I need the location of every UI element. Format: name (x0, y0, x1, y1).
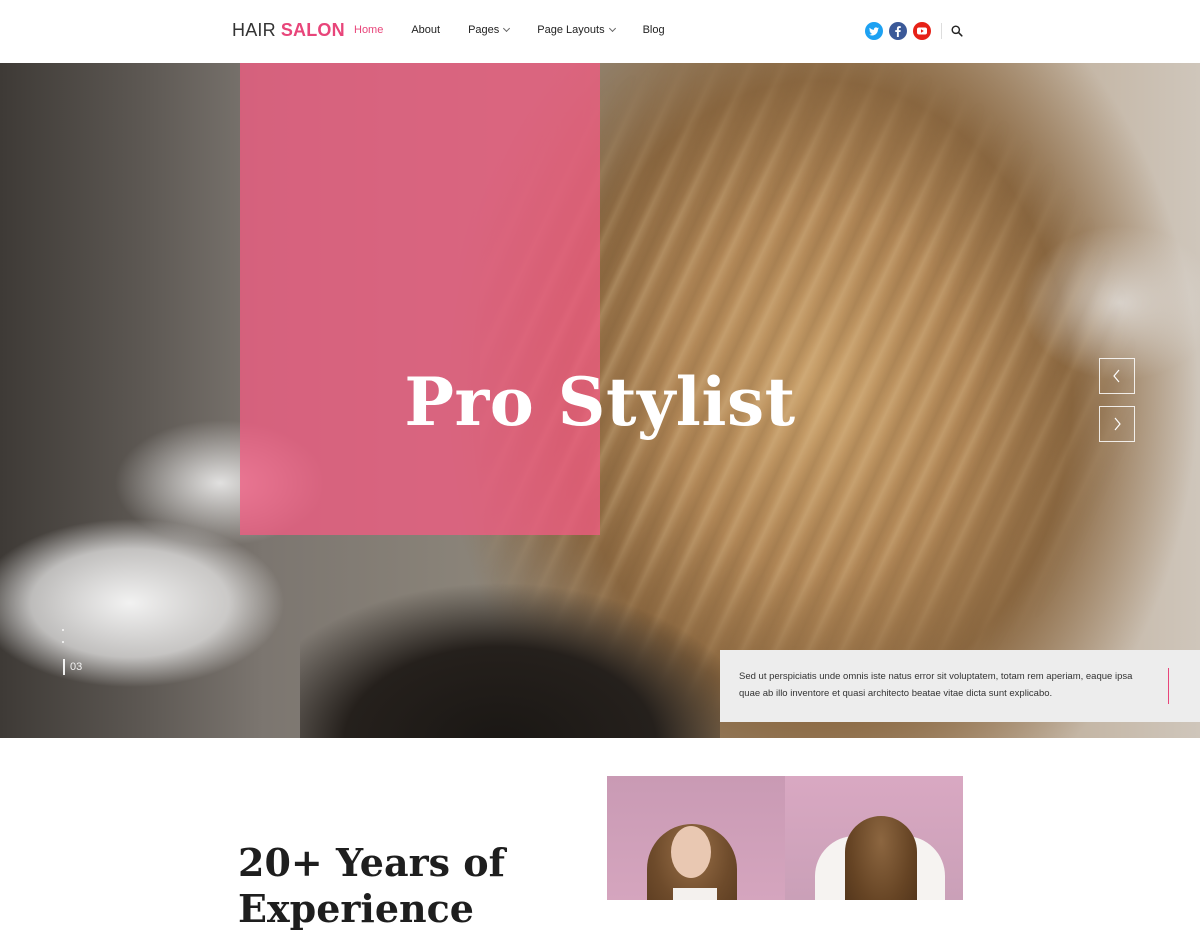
hero-slider: Pro Stylist 03 (0, 63, 1200, 738)
search-icon[interactable] (950, 24, 964, 38)
hero-caption-text: Sed ut perspiciatis unde omnis iste natu… (739, 671, 1133, 699)
nav-item-label: About (411, 24, 441, 36)
chevron-down-icon (608, 24, 616, 33)
about-gallery (607, 776, 963, 900)
hero-title: Pro Stylist (404, 363, 796, 441)
header-divider (941, 23, 942, 39)
youtube-icon[interactable] (913, 22, 931, 40)
facebook-icon[interactable] (889, 22, 907, 40)
photo-face (671, 826, 711, 878)
logo-text-salon: SALON (280, 20, 345, 40)
chevron-down-icon (503, 24, 511, 33)
photo-hair-back (845, 816, 917, 900)
logo-text-hair: HAIR (232, 20, 276, 40)
nav-item-label: Page Layouts (537, 24, 605, 36)
slide-number: 03 (63, 659, 82, 675)
nav-item-pages[interactable]: Pages (468, 24, 511, 36)
nav-item-about[interactable]: About (411, 24, 440, 36)
hero-caption-box: Sed ut perspiciatis unde omnis iste natu… (720, 650, 1200, 722)
chevron-left-icon (1113, 369, 1120, 383)
photo-top (673, 888, 717, 900)
gallery-photo-back (785, 776, 963, 900)
slider-dots (62, 629, 64, 653)
twitter-icon[interactable] (865, 22, 883, 40)
hero-pink-overlay (240, 63, 600, 535)
nav-item-home[interactable]: Home (354, 24, 383, 36)
slider-prev-button[interactable] (1099, 358, 1135, 394)
nav-item-label: Blog (642, 24, 665, 36)
caption-accent-line (1168, 668, 1169, 704)
gallery-photo-front (607, 776, 785, 900)
chevron-right-icon (1114, 417, 1121, 431)
main-nav: Home About Pages Page Layouts Blog (354, 24, 693, 36)
nav-item-blog[interactable]: Blog (643, 24, 665, 36)
slider-next-button[interactable] (1099, 406, 1135, 442)
slider-dot[interactable] (62, 641, 64, 643)
experience-heading: 20+ Years of Experience (238, 840, 505, 931)
slider-dot[interactable] (62, 629, 64, 631)
site-header: HAIR SALON Home About Pages Page Layouts … (0, 0, 1200, 62)
nav-item-label: Home (354, 24, 384, 36)
site-logo[interactable]: HAIR SALON (232, 20, 345, 41)
nav-item-label: Pages (468, 24, 500, 36)
hero-image-jacket (300, 583, 720, 738)
nav-item-page-layouts[interactable]: Page Layouts (537, 24, 616, 36)
social-links (865, 22, 964, 40)
